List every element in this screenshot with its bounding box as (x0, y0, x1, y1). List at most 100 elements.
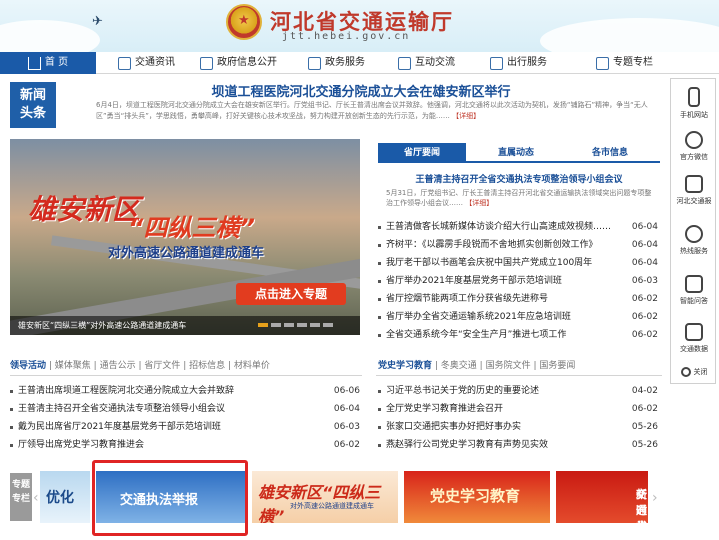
sidebar-item-label: 官方微信 (680, 153, 708, 161)
topic-card-xiongan-highway[interactable]: 雄安新区“四纵三横” 对外高速公路通道建成通车 (252, 471, 398, 523)
list-item[interactable]: 我厅老干部以书画笔会庆祝中国共产党成立100周年 06-04 (376, 254, 662, 272)
list-item-title: 厅领导出席党史学习教育推进会 (18, 440, 145, 450)
tab-leader-activity[interactable]: 领导活动 (10, 361, 46, 371)
list-item[interactable]: 燕赵驿行公司党史学习教育有声势见实效 05-26 (376, 436, 662, 454)
tab-documents[interactable]: 省厅文件 (144, 361, 180, 371)
phone-icon (688, 87, 700, 107)
tab-winter-olympics[interactable]: 冬奥交通 (441, 361, 477, 371)
nav-item-label: 专题专栏 (613, 57, 653, 68)
banner-pager-dot[interactable] (284, 323, 294, 327)
close-icon (680, 367, 691, 377)
sidebar-item-wechat[interactable]: 官方微信 (671, 131, 717, 162)
list-item-date: 05-26 (631, 422, 658, 432)
sidebar-item-mobile[interactable]: 手机网站 (671, 87, 717, 120)
headline-title[interactable]: 坝道工程医院河北交通分院成立大会在雄安新区举行 (96, 81, 626, 100)
lower-right-tabs: 党史学习教育 | 冬奥交通 | 国务院文件 | 国务要闻 (378, 361, 576, 371)
list-item-title: 省厅举办2021年度基层党务干部示范培训班 (386, 276, 562, 286)
chevron-left-icon[interactable]: ‹ (33, 490, 39, 506)
banner-pager-dot[interactable] (323, 323, 333, 327)
sidebar-item-qa[interactable]: 智能问答 (671, 275, 717, 306)
tab-media-focus[interactable]: 媒体聚焦 (55, 361, 91, 371)
list-item[interactable]: 张家口交通把实事办好把好事办实 05-26 (376, 418, 662, 436)
banner-pager-dot[interactable] (271, 323, 281, 327)
site-url: jtt.hebei.gov.cn (282, 31, 411, 42)
nav-item-label: 互动交流 (415, 57, 455, 68)
nav-item-interaction[interactable]: 互动交流 (398, 52, 455, 74)
tab-city-news[interactable]: 各市信息 (566, 143, 654, 163)
tab-party-history[interactable]: 党史学习教育 (378, 361, 432, 371)
cloud-decoration (540, 18, 719, 52)
headset-icon (685, 225, 703, 243)
nav-item-label: 政务服务 (325, 57, 365, 68)
page: ✈ ★ 河北省交通运输厅 jtt.hebei.gov.cn 首 页 交通资讯 政… (0, 0, 719, 540)
list-item-date: 06-02 (631, 330, 658, 340)
headline-more-link[interactable]: 【详细】 (452, 112, 480, 120)
list-item-date: 06-04 (631, 258, 658, 268)
headline-badge-line: 新闻 (19, 88, 46, 103)
tab-provincial-news[interactable]: 省厅要闻 (378, 143, 466, 163)
nav-item-gov-info[interactable]: 政府信息公开 (200, 52, 277, 74)
list-item[interactable]: 省厅举办2021年度基层党务干部示范培训班 06-03 (376, 272, 662, 290)
tab-material-prices[interactable]: 材料单价 (234, 361, 270, 371)
home-icon (27, 56, 41, 70)
wechat-icon (685, 131, 703, 149)
sidebar-item-label: 交通数据 (680, 345, 708, 353)
tab-notices[interactable]: 通告公示 (100, 361, 136, 371)
banner-enter-button[interactable]: 点击进入专题 (236, 283, 346, 305)
tab-bidding[interactable]: 招标信息 (189, 361, 225, 371)
list-item-date: 06-02 (631, 294, 658, 304)
list-item[interactable]: 王普清出席坝道工程医院河北交通分院成立大会并致辞 06-06 (8, 382, 364, 400)
topic-card-new-era[interactable]: 新时代交通党 (556, 471, 648, 523)
banner-pager-dot[interactable] (310, 323, 320, 327)
selection-highlight (92, 460, 248, 536)
main-nav: 首 页 交通资讯 政府信息公开 政务服务 互动交流 出行服务 专题专栏 (0, 52, 719, 74)
nav-item-news[interactable]: 交通资讯 (118, 52, 175, 74)
list-item[interactable]: 全省交通系统今年“安全生产月”推进七项工作 06-02 (376, 326, 662, 344)
list-item[interactable]: 省厅控烟节能两项工作分获省级先进称号 06-02 (376, 290, 662, 308)
list-item[interactable]: 戴为民出席省厅2021年度基层党务干部示范培训班 06-03 (8, 418, 364, 436)
sidebar-item-hotline[interactable]: 热线服务 (671, 225, 717, 256)
list-item-title: 全厅党史学习教育推进会召开 (386, 404, 504, 414)
chevron-right-icon[interactable]: › (652, 490, 658, 506)
topic-card-optimize[interactable]: 优化 (40, 471, 90, 523)
nav-item-home[interactable]: 首 页 (0, 52, 96, 74)
list-item-title: 张家口交通把实事办好把好事办实 (386, 422, 522, 432)
list-item-date: 05-26 (631, 440, 658, 450)
news-tabs: 省厅要闻 直属动态 各市信息 (378, 143, 660, 163)
tab-state-news[interactable]: 国务要闻 (539, 361, 575, 371)
feature-news-title[interactable]: 王普清主持召开全省交通执法专项整治领导小组会议 (378, 172, 660, 185)
nav-item-topics[interactable]: 专题专栏 (596, 52, 653, 74)
list-item-title: 我厅老干部以书画笔会庆祝中国共产党成立100周年 (386, 258, 593, 268)
list-item[interactable]: 省厅举办全省交通运输系统2021年应急培训班 06-02 (376, 308, 662, 326)
list-item[interactable]: 王普清做客长城新媒体访谈介绍大行山高速成效视频…… 06-04 (376, 218, 662, 236)
news-list: 王普清做客长城新媒体访谈介绍大行山高速成效视频…… 06-04 齐树平：《以霹雳手… (376, 218, 662, 344)
list-item-date: 06-02 (631, 404, 658, 414)
sidebar-close-button[interactable]: 关闭 (671, 367, 717, 377)
folder-icon (596, 56, 609, 70)
list-item[interactable]: 王普清主持召开全省交通执法专项整治领导小组会议 06-04 (8, 400, 364, 418)
sidebar-item-data[interactable]: 交通数据 (671, 323, 717, 354)
data-icon (685, 323, 703, 341)
headline-summary: 6月4日，坝道工程医院河北交通分院成立大会在雄安新区举行。厅党组书记、厅长王普清… (96, 100, 656, 122)
list-item[interactable]: 全厅党史学习教育推进会召开 06-02 (376, 400, 662, 418)
banner-pager-dot[interactable] (258, 323, 268, 327)
divider (376, 375, 662, 376)
banner-pager (258, 323, 333, 327)
topic-card-party-history[interactable]: 党史学习教育 (404, 471, 550, 523)
list-item[interactable]: 习近平总书记关于党的历史的重要论述 04-02 (376, 382, 662, 400)
tab-direct-news[interactable]: 直属动态 (472, 143, 560, 163)
sidebar-item-newspaper[interactable]: 河北交通报 (671, 175, 717, 206)
list-item-date: 06-04 (333, 404, 360, 414)
sidebar-item-label: 关闭 (693, 368, 708, 376)
tab-state-council-docs[interactable]: 国务院文件 (486, 361, 531, 371)
national-emblem-icon: ★ (226, 4, 262, 40)
feature-more-link[interactable]: 【详细】 (465, 199, 493, 207)
list-item-title: 燕赵驿行公司党史学习教育有声势见实效 (386, 440, 549, 450)
list-item[interactable]: 齐树平：《以霹雳手段锐而不舍地抓实创新创效工作》 06-04 (376, 236, 662, 254)
nav-item-travel[interactable]: 出行服务 (490, 52, 547, 74)
feature-summary-text: 5月31日，厅党组书记、厅长王普清主持召开河北省交通运输执法领域突出问题专项整治… (386, 189, 652, 207)
nav-item-services[interactable]: 政务服务 (308, 52, 365, 74)
list-item-title: 习近平总书记关于党的历史的重要论述 (386, 386, 540, 396)
list-item[interactable]: 厅领导出席党史学习教育推进会 06-02 (8, 436, 364, 454)
banner-pager-dot[interactable] (297, 323, 307, 327)
